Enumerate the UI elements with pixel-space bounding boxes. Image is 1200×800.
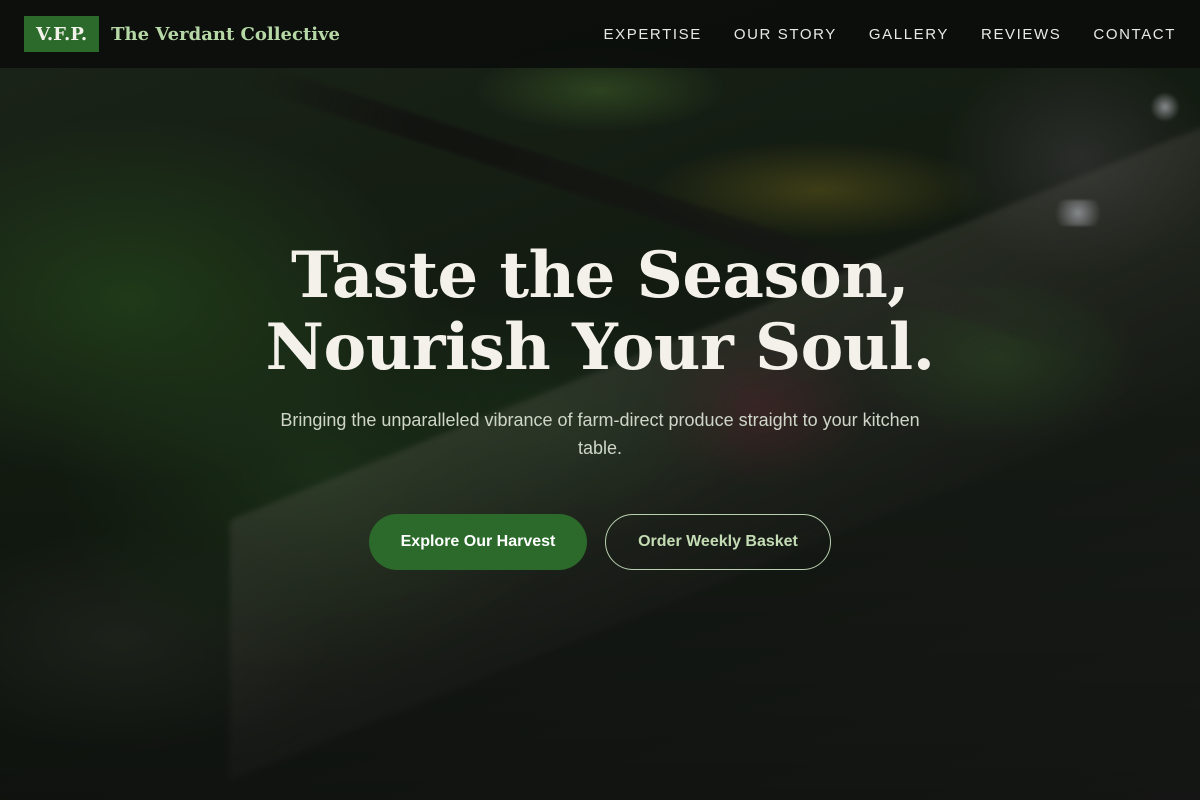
nav-link-expertise[interactable]: EXPERTISE (604, 26, 702, 43)
hero-title-line-2: Nourish Your Soul. (265, 310, 935, 385)
hero-subtitle: Bringing the unparalleled vibrance of fa… (280, 410, 920, 458)
brand-badge: V.F.P. (24, 16, 100, 52)
main-nav: EXPERTISE OUR STORY GALLERY REVIEWS CONT… (604, 26, 1176, 43)
hero-title-line-1: Taste the Season, (290, 238, 910, 313)
hero-section: Taste the Season, Nourish Your Soul. Bri… (0, 240, 1200, 570)
nav-link-reviews[interactable]: REVIEWS (981, 26, 1061, 43)
hero-title: Taste the Season, Nourish Your Soul. (0, 240, 1200, 384)
brand-name: The Verdant Collective (111, 23, 341, 45)
nav-link-contact[interactable]: CONTACT (1093, 26, 1176, 43)
explore-harvest-button[interactable]: Explore Our Harvest (369, 514, 587, 570)
nav-link-gallery[interactable]: GALLERY (869, 26, 949, 43)
top-navbar: V.F.P. The Verdant Collective EXPERTISE … (0, 0, 1200, 68)
order-weekly-basket-button[interactable]: Order Weekly Basket (605, 514, 831, 570)
nav-link-our-story[interactable]: OUR STORY (734, 26, 837, 43)
hero-cta-group: Explore Our Harvest Order Weekly Basket (0, 514, 1200, 570)
brand-logo[interactable]: V.F.P. The Verdant Collective (24, 16, 340, 52)
